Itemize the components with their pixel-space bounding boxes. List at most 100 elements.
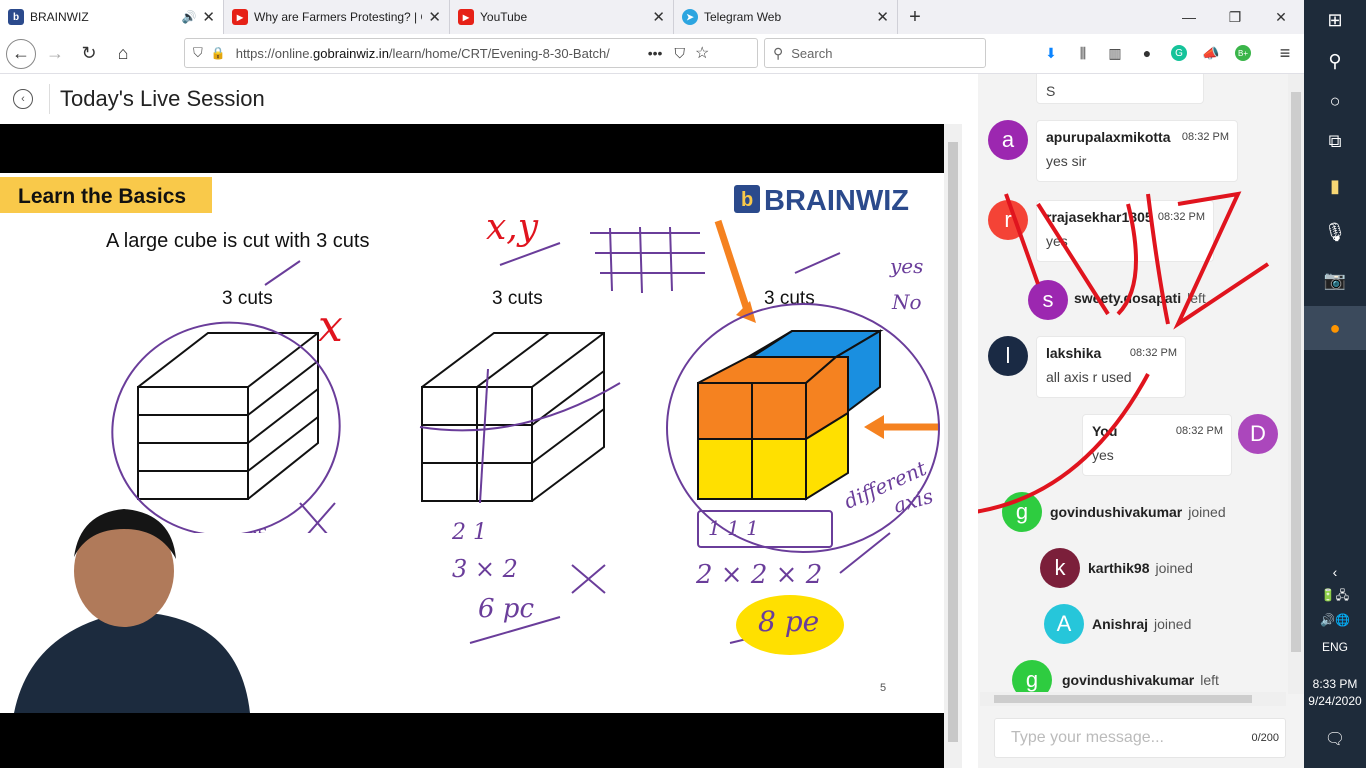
camera-app-icon[interactable]: 📷 bbox=[1304, 260, 1366, 300]
tab-brainwiz[interactable]: b BRAINWIZ 🔊 ✕ bbox=[0, 0, 224, 34]
avatar: r bbox=[988, 200, 1028, 240]
notification-icon[interactable]: 🗨 bbox=[1304, 724, 1366, 754]
cut-label-1: 3 cuts bbox=[222, 288, 273, 309]
message-bubble: lakshika 08:32 PM all axis r used bbox=[1036, 336, 1186, 398]
message-text: yes bbox=[1046, 233, 1068, 249]
navigation-bar: ← → ↻ ⌂ ⛉ 🔒 https://online.gobrainwiz.in… bbox=[0, 34, 1304, 74]
page-header: ‹ Today's Live Session bbox=[0, 74, 962, 124]
back-circle-icon[interactable]: ‹ bbox=[13, 89, 33, 109]
new-tab-plus-icon[interactable]: + bbox=[898, 0, 932, 34]
scrollbar-thumb[interactable] bbox=[994, 695, 1252, 703]
shield-icon[interactable]: ⛉ bbox=[193, 45, 203, 61]
url-text[interactable]: https://online.gobrainwiz.in/learn/home/… bbox=[236, 46, 636, 61]
grammarly-icon[interactable]: G bbox=[1168, 42, 1190, 64]
clock-time: 8:33 PM bbox=[1312, 677, 1358, 691]
lesson-slide: Learn the Basics b BRAINWIZ A large cube… bbox=[0, 173, 944, 713]
search-icon: ⚲ bbox=[773, 44, 784, 61]
tab-farmers[interactable]: ▶ Why are Farmers Protesting? | C ✕ bbox=[224, 0, 450, 34]
volume-icon[interactable]: 🔊🌐 bbox=[1304, 608, 1366, 632]
search-bar[interactable]: ⚲ Search bbox=[764, 38, 986, 68]
task-view-icon[interactable]: ⧉ bbox=[1304, 122, 1366, 160]
extension-b-icon[interactable]: B+ bbox=[1232, 42, 1254, 64]
taskbar-clock[interactable]: 8:33 PM 9/24/2020 bbox=[1304, 676, 1366, 710]
sidebar-icon[interactable]: ▥ bbox=[1104, 42, 1126, 64]
cortana-circle-icon[interactable]: ○ bbox=[1304, 82, 1366, 120]
annotation-no: No bbox=[891, 290, 922, 314]
bookmark-star-icon[interactable]: ☆ bbox=[695, 43, 709, 63]
network-battery-icon[interactable]: 🔋🖧 bbox=[1304, 584, 1366, 608]
hamburger-menu-icon[interactable]: ≡ bbox=[1274, 42, 1296, 64]
brainwiz-favicon-icon: b bbox=[8, 9, 24, 25]
account-icon[interactable]: ● bbox=[1136, 42, 1158, 64]
restore-icon[interactable]: ❐ bbox=[1212, 0, 1258, 34]
video-scrollbar[interactable] bbox=[944, 124, 962, 768]
reload-icon[interactable]: ↻ bbox=[74, 39, 104, 69]
pocket-icon[interactable]: ⛉ bbox=[674, 45, 685, 62]
download-icon[interactable]: ⬇ bbox=[1040, 42, 1062, 64]
event-user: sweety.dosapati bbox=[1074, 290, 1182, 306]
megaphone-icon[interactable]: 📣 bbox=[1200, 42, 1222, 64]
avatar: l bbox=[988, 336, 1028, 376]
tab-telegram[interactable]: ➤ Telegram Web ✕ bbox=[674, 0, 898, 34]
cuboid-horizontal-cuts bbox=[137, 332, 319, 500]
message-bubble: apurupalaxmikotta 08:32 PM yes sir bbox=[1036, 120, 1238, 182]
banner-text: Learn the Basics bbox=[18, 185, 186, 208]
library-icon[interactable]: ⫼ bbox=[1072, 42, 1094, 64]
annotation-8pc: 8 pe bbox=[758, 605, 819, 638]
close-window-icon[interactable]: ✕ bbox=[1258, 0, 1304, 34]
slide-drawing: Learn the Basics b BRAINWIZ A large cube… bbox=[0, 177, 940, 713]
close-tab-icon[interactable]: ✕ bbox=[202, 8, 215, 26]
close-tab-icon[interactable]: ✕ bbox=[428, 8, 441, 26]
search-icon[interactable]: ⚲ bbox=[1304, 42, 1366, 80]
tab-bar: b BRAINWIZ 🔊 ✕ ▶ Why are Farmers Protest… bbox=[0, 0, 1304, 34]
tab-title: YouTube bbox=[480, 10, 528, 24]
video-player[interactable]: Learn the Basics b BRAINWIZ A large cube… bbox=[0, 124, 944, 768]
lock-icon[interactable]: 🔒 bbox=[211, 46, 226, 60]
home-icon[interactable]: ⌂ bbox=[108, 39, 138, 69]
cut-label-2: 3 cuts bbox=[492, 288, 543, 309]
chat-message-partial: S bbox=[1036, 74, 1204, 104]
youtube-favicon-icon: ▶ bbox=[458, 9, 474, 25]
chat-input-box: 0/200 bbox=[994, 718, 1286, 758]
slide-page-number: 5 bbox=[880, 682, 886, 694]
close-tab-icon[interactable]: ✕ bbox=[876, 8, 889, 26]
close-tab-icon[interactable]: ✕ bbox=[652, 8, 665, 26]
presenter-webcam bbox=[0, 509, 348, 713]
event-action: joined bbox=[1188, 504, 1226, 520]
avatar: D bbox=[1238, 414, 1278, 454]
chat-scrollbar[interactable] bbox=[1288, 74, 1304, 694]
chat-horizontal-scrollbar[interactable] bbox=[980, 692, 1286, 706]
firefox-app-icon[interactable]: ● bbox=[1304, 306, 1366, 350]
annotation-6pc: 6 pc bbox=[478, 594, 534, 624]
recorder-app-icon[interactable]: 🎙 bbox=[1304, 212, 1366, 252]
windows-start-icon[interactable]: ⊞ bbox=[1304, 0, 1366, 40]
scrollbar-thumb[interactable] bbox=[1291, 92, 1301, 652]
chat-message-input[interactable] bbox=[995, 719, 1225, 757]
tab-title: Why are Farmers Protesting? | C bbox=[254, 10, 423, 24]
speaker-icon[interactable]: 🔊 bbox=[181, 10, 196, 24]
more-dots-icon[interactable]: ••• bbox=[648, 45, 663, 61]
file-explorer-icon[interactable]: ▮ bbox=[1304, 166, 1366, 206]
event-action: left bbox=[1187, 290, 1206, 306]
avatar: a bbox=[988, 120, 1028, 160]
url-bar[interactable]: ⛉ 🔒 https://online.gobrainwiz.in/learn/h… bbox=[184, 38, 758, 68]
minimize-icon[interactable]: — bbox=[1166, 0, 1212, 34]
event-user: govindushivakumar bbox=[1050, 504, 1183, 520]
forward-arrow-icon[interactable]: → bbox=[40, 39, 70, 69]
chevron-up-icon[interactable]: ‹ bbox=[1304, 560, 1366, 584]
tab-title: Telegram Web bbox=[704, 10, 782, 24]
message-time: 08:32 PM bbox=[1175, 425, 1223, 437]
language-indicator[interactable]: ENG bbox=[1304, 640, 1366, 654]
tab-youtube[interactable]: ▶ YouTube ✕ bbox=[450, 0, 674, 34]
scrollbar-thumb[interactable] bbox=[948, 142, 958, 742]
avatar: k bbox=[1040, 548, 1080, 588]
back-arrow-icon[interactable]: ← bbox=[6, 38, 36, 69]
cuboid-colored-cube bbox=[697, 329, 884, 501]
message-time: 08:32 PM bbox=[1129, 347, 1177, 359]
annotation-2x2x2: 2 × 2 × 2 bbox=[695, 560, 822, 590]
annotation-x: x bbox=[318, 301, 343, 352]
event-action: left bbox=[1200, 672, 1219, 688]
orange-arrow-down bbox=[714, 219, 752, 315]
chat-panel: S a apurupalaxmikotta 08:32 PM yes sir r… bbox=[978, 74, 1304, 768]
avatar: A bbox=[1044, 604, 1084, 644]
